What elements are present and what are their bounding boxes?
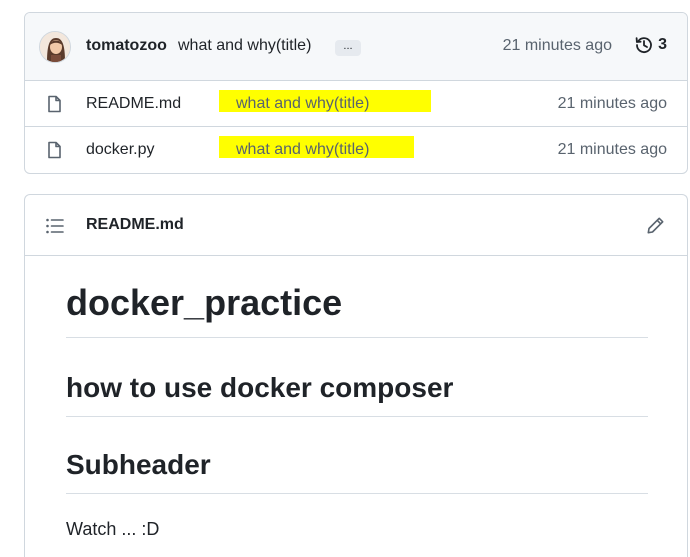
author-avatar[interactable] <box>39 31 71 63</box>
history-button[interactable]: 3 <box>634 35 667 55</box>
file-commit-time: 21 minutes ago <box>557 95 667 112</box>
file-row[interactable]: docker.py what and why(title) 21 minutes… <box>25 127 687 173</box>
file-icon <box>48 141 61 159</box>
history-icon <box>635 37 652 53</box>
readme-panel: README.md docker_practice how to use doc… <box>24 194 688 557</box>
file-icon <box>48 95 61 113</box>
commit-message-link[interactable]: what and why(title) <box>178 37 311 55</box>
readme-heading-2: how to use docker composer <box>66 370 648 417</box>
commit-author-link[interactable]: tomatozoo <box>86 37 167 55</box>
readme-subheader: Subheader <box>66 447 648 494</box>
file-name-link[interactable]: docker.py <box>86 141 154 159</box>
outline-list-icon[interactable] <box>45 217 65 235</box>
readme-paragraph: Watch ... :D <box>66 519 160 539</box>
commit-count: 3 <box>658 36 667 53</box>
file-browser: tomatozoo what and why(title) ... 21 min… <box>24 12 688 174</box>
commit-expand-button[interactable]: ... <box>335 40 361 56</box>
file-row[interactable]: README.md what and why(title) 21 minutes… <box>25 81 687 127</box>
readme-header: README.md <box>25 195 687 256</box>
readme-heading-1: docker_practice <box>66 280 648 338</box>
file-commit-message-link[interactable]: what and why(title) <box>219 136 414 158</box>
readme-title-link[interactable]: README.md <box>86 216 184 234</box>
latest-commit-bar: tomatozoo what and why(title) ... 21 min… <box>25 13 687 81</box>
pencil-icon[interactable] <box>646 216 665 235</box>
file-name-link[interactable]: README.md <box>86 95 181 113</box>
commit-time: 21 minutes ago <box>502 37 612 54</box>
file-commit-time: 21 minutes ago <box>557 141 667 158</box>
file-commit-message-link[interactable]: what and why(title) <box>219 90 431 112</box>
